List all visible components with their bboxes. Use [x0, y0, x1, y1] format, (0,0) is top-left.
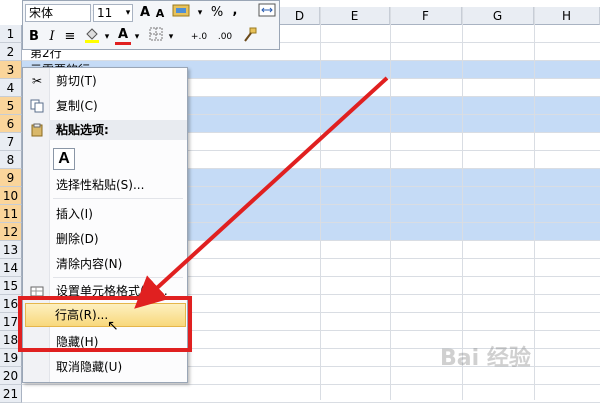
watermark: Bai 经验 — [440, 346, 531, 371]
